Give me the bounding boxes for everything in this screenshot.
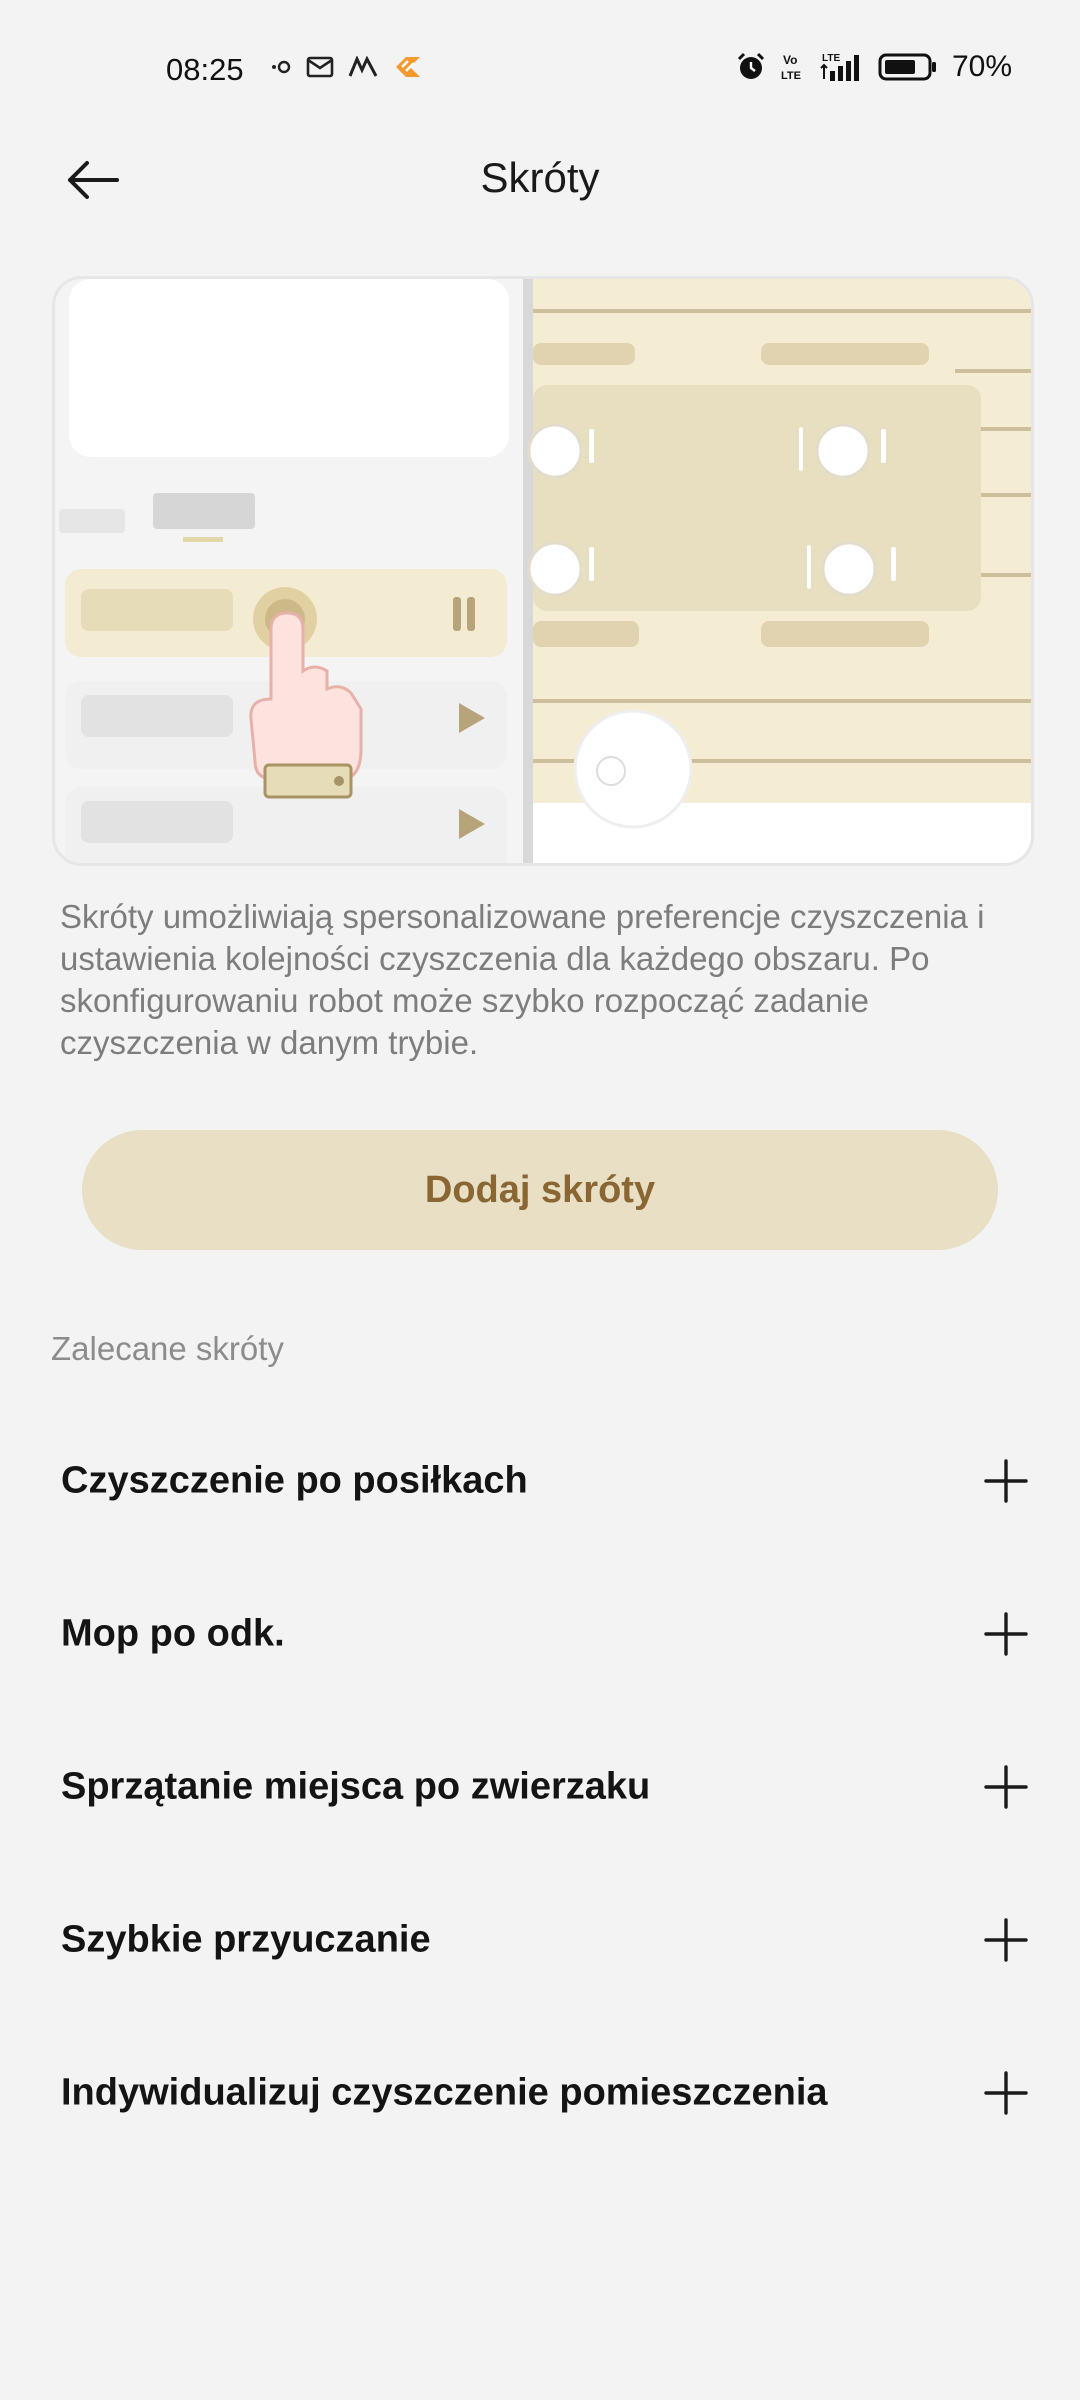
plus-icon <box>984 1458 1028 1503</box>
status-right: Vo LTE LTE 70% <box>736 50 1012 84</box>
page-title: Skróty <box>480 154 600 201</box>
battery-icon <box>878 53 936 81</box>
shortcut-label: Indywidualizuj czyszczenie pomieszczenia <box>61 2071 828 2113</box>
mail-icon <box>306 56 334 78</box>
shortcut-label: Szybkie przyuczanie <box>61 1918 431 1960</box>
plus-icon <box>984 1917 1028 1962</box>
app-orange-icon <box>396 57 420 77</box>
svg-text:Vo: Vo <box>783 53 797 67</box>
svg-text:LTE: LTE <box>781 70 801 82</box>
add-shortcut-button[interactable] <box>972 1753 1040 1821</box>
shortcut-list: Czyszczenie po posiłkach Mop po odk. Spr… <box>0 1404 1080 2169</box>
signal-icon: LTE <box>820 53 859 81</box>
shortcuts-illustration <box>52 276 1034 866</box>
shortcut-label: Sprzątanie miejsca po zwierzaku <box>61 1765 651 1807</box>
add-shortcut-button[interactable] <box>972 1447 1040 1515</box>
shortcut-item-after-meal[interactable]: Czyszczenie po posiłkach <box>0 1404 1080 1557</box>
add-shortcut-button[interactable] <box>972 1600 1040 1668</box>
volte-icon: Vo LTE <box>781 53 801 82</box>
plus-icon <box>984 2070 1028 2115</box>
add-shortcut-button[interactable] <box>972 2059 1040 2127</box>
shortcut-item-quick-training[interactable]: Szybkie przyuczanie <box>0 1863 1080 2016</box>
shortcut-item-mop-after-vacuum[interactable]: Mop po odk. <box>0 1557 1080 1710</box>
app-icon <box>348 56 378 77</box>
shortcut-item-pet-area[interactable]: Sprzątanie miejsca po zwierzaku <box>0 1710 1080 1863</box>
header: Skróty <box>0 130 1080 230</box>
plus-icon <box>984 1764 1028 1809</box>
svg-text:LTE: LTE <box>822 53 840 64</box>
illustration-graphic <box>55 279 1031 863</box>
recommended-shortcuts-heading: Zalecane skróty <box>51 1330 284 1367</box>
alarm-icon <box>737 52 765 79</box>
status-time: 08:25 <box>166 52 244 87</box>
hotspot-icon <box>272 60 291 74</box>
status-left-icons <box>270 54 424 80</box>
shortcuts-description: Skróty umożliwiają spersonalizowane pref… <box>60 898 985 1061</box>
shortcut-label: Czyszczenie po posiłkach <box>61 1459 528 1501</box>
battery-percentage: 70% <box>951 50 1012 83</box>
plus-icon <box>984 1611 1028 1656</box>
status-bar: 08:25 Vo LTE LTE 70% <box>0 0 1080 140</box>
shortcut-item-custom-room[interactable]: Indywidualizuj czyszczenie pomieszczenia <box>0 2016 1080 2169</box>
add-shortcuts-button[interactable]: Dodaj skróty <box>82 1130 998 1250</box>
add-shortcut-button[interactable] <box>972 1906 1040 1974</box>
shortcut-label: Mop po odk. <box>61 1612 285 1654</box>
